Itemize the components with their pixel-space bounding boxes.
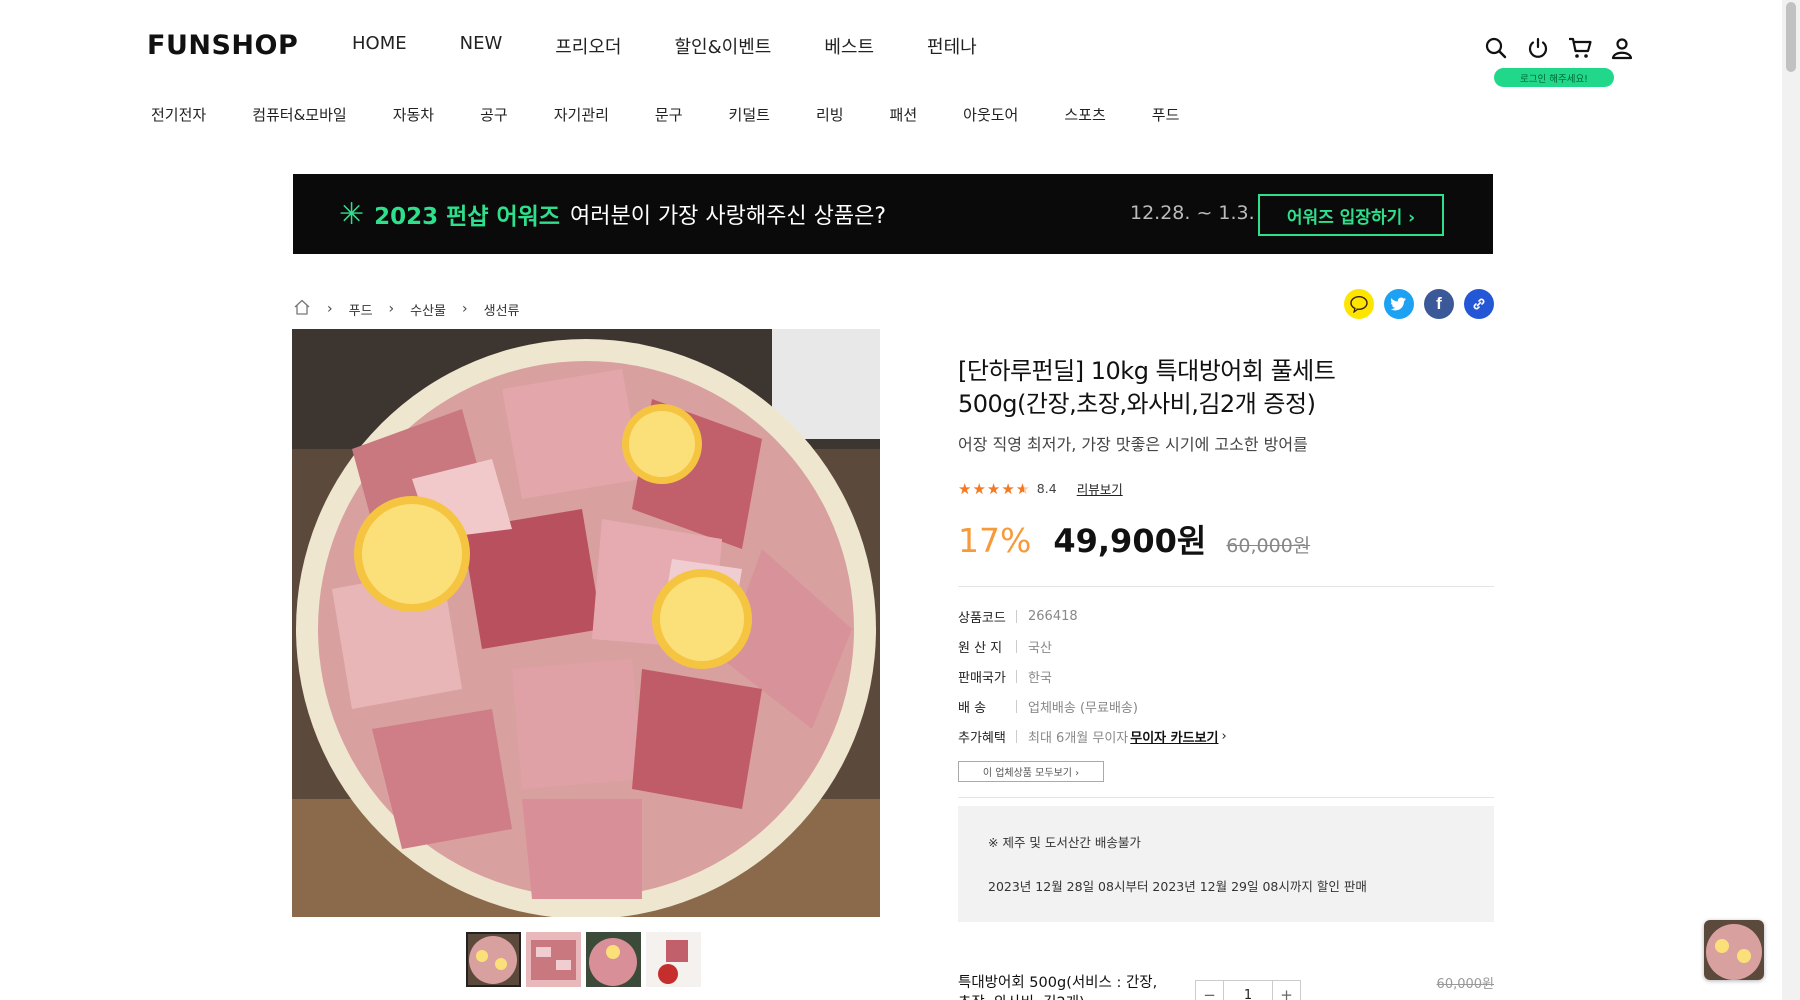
- product-thumbnail[interactable]: [646, 932, 701, 987]
- spec-row: 판매국가 한국: [958, 661, 1494, 691]
- product-subtitle: 어장 직영 최저가, 가장 맛좋은 시기에 고소한 방어를: [958, 435, 1308, 454]
- category-item[interactable]: 자기관리: [554, 104, 609, 125]
- facebook-icon[interactable]: f: [1424, 289, 1454, 319]
- category-item[interactable]: 공구: [480, 104, 508, 125]
- product-title: [단하루펀딜] 10kg 특대방어회 풀세트 500g(간장,초장,와사비,김2…: [958, 355, 1494, 421]
- product-thumbnail[interactable]: [466, 932, 521, 987]
- category-item[interactable]: 리빙: [816, 104, 844, 125]
- increase-button[interactable]: +: [1273, 981, 1300, 1000]
- awards-banner[interactable]: ✳ 2023 펀샵 어워즈 여러분이 가장 사랑해주신 상품은? 12.28. …: [293, 174, 1493, 254]
- notice-sale-period: 2023년 12월 28일 08시부터 2023년 12월 29일 08시까지 …: [988, 879, 1367, 894]
- spec-row: 상품코드 266418: [958, 601, 1494, 631]
- chevron-right-icon: ›: [462, 301, 468, 317]
- category-item[interactable]: 컴퓨터&모바일: [252, 104, 347, 125]
- site-logo[interactable]: FUNSHOP: [147, 30, 298, 61]
- scrollbar-thumb[interactable]: [1786, 2, 1796, 72]
- share-buttons: f: [1344, 289, 1494, 319]
- category-item[interactable]: 스포츠: [1064, 104, 1105, 125]
- cart-icon[interactable]: [1566, 34, 1594, 62]
- thumbnail-list: [466, 932, 701, 987]
- kakaotalk-icon[interactable]: [1344, 289, 1374, 319]
- option-row: 특대방어회 500g(서비스 : 간장, 초장, 와사비, 김2개) − 1 +…: [958, 973, 1494, 1000]
- banner-date: 12.28. ~ 1.3.: [1130, 202, 1255, 224]
- notice-box: ※ 제주 및 도서산간 배송불가 2023년 12월 28일 08시부터 202…: [958, 806, 1494, 922]
- power-icon[interactable]: [1524, 34, 1552, 62]
- nav-item-funtenna[interactable]: 펀테나: [927, 33, 977, 59]
- review-link[interactable]: 리뷰보기: [1077, 479, 1123, 498]
- awards-enter-button[interactable]: 어워즈 입장하기 ›: [1258, 194, 1444, 236]
- original-price: 60,000원: [1226, 535, 1311, 557]
- user-icon[interactable]: [1608, 34, 1636, 62]
- chevron-right-icon: ›: [388, 301, 395, 317]
- spec-value: 업체배송 (무료배송): [1028, 700, 1138, 716]
- product-thumbnail[interactable]: [526, 932, 581, 987]
- spec-value: 266418: [1028, 608, 1078, 624]
- category-item[interactable]: 전기전자: [151, 104, 206, 125]
- spec-row: 배 송 업체배송 (무료배송): [958, 691, 1494, 721]
- spec-row: 원 산 지 국산: [958, 631, 1494, 661]
- banner-title: 2023 펀샵 어워즈: [374, 204, 560, 230]
- product-thumbnail[interactable]: [586, 932, 641, 987]
- spec-label: 배 송: [958, 700, 987, 716]
- divider: [958, 586, 1494, 587]
- sparkle-icon: ✳: [339, 196, 365, 232]
- quantity-stepper: − 1 +: [1195, 980, 1301, 1000]
- nav-item-home[interactable]: HOME: [352, 33, 407, 59]
- option-name: 특대방어회 500g(서비스 : 간장, 초장, 와사비, 김2개): [958, 975, 1158, 1000]
- category-nav: 전기전자 컴퓨터&모바일 자동차 공구 자기관리 문구 키덜트 리빙 패션 아웃…: [151, 104, 1225, 125]
- category-item[interactable]: 문구: [655, 104, 683, 125]
- login-badge[interactable]: 로그인 해주세요!: [1494, 68, 1614, 87]
- category-item[interactable]: 푸드: [1152, 104, 1180, 125]
- spec-list: 상품코드 266418 원 산 지 국산 판매국가 한국 배 송 업체배송 (무…: [958, 601, 1494, 751]
- category-item[interactable]: 패션: [890, 104, 918, 125]
- spec-value: 한국: [1028, 670, 1052, 686]
- nav-item-preorder[interactable]: 프리오더: [555, 33, 621, 59]
- scrollbar[interactable]: [1782, 0, 1800, 1000]
- product-main-image[interactable]: [292, 329, 880, 917]
- interest-free-card-link[interactable]: 무이자 카드보기: [1130, 727, 1218, 746]
- spec-label: 판매국가: [958, 670, 1006, 686]
- rating-stars: ★★★★★★: [958, 479, 1030, 498]
- nav-item-best[interactable]: 베스트: [824, 33, 874, 59]
- breadcrumb-seafood[interactable]: 수산물: [410, 300, 446, 319]
- notice-shipping: ※ 제주 및 도서산간 배송불가: [988, 835, 1141, 850]
- product-title-line1: [단하루펀딜] 10kg 특대방어회 풀세트: [958, 357, 1336, 385]
- product-info: [단하루펀딜] 10kg 특대방어회 풀세트 500g(간장,초장,와사비,김2…: [958, 355, 1494, 922]
- header-icons: [1482, 34, 1636, 62]
- price-row: 17% 49,900원 60,000원: [958, 516, 1494, 562]
- vendor-all-products-button[interactable]: 이 업체상품 모두보기 ›: [958, 761, 1104, 782]
- decrease-button[interactable]: −: [1196, 981, 1223, 1000]
- breadcrumb-food[interactable]: 푸드: [349, 300, 373, 319]
- spec-value: 최대 6개월 무이자: [1028, 730, 1129, 746]
- chevron-right-icon: ›: [327, 301, 333, 317]
- divider: [958, 797, 1494, 798]
- banner-subtitle: 여러분이 가장 사랑해주신 상품은?: [569, 204, 887, 229]
- quantity-input[interactable]: 1: [1223, 981, 1273, 1000]
- rating-score: 8.4: [1036, 481, 1057, 496]
- twitter-icon[interactable]: [1384, 289, 1414, 319]
- breadcrumb: › 푸드 › 수산물 › 생선류: [293, 298, 520, 320]
- spec-label: 상품코드: [958, 610, 1006, 626]
- recent-product-thumbnail[interactable]: [1704, 920, 1764, 980]
- discount-rate: 17%: [958, 521, 1032, 560]
- option-original-price: 60,000원: [1436, 977, 1494, 992]
- search-icon[interactable]: [1482, 34, 1510, 62]
- rating-row: ★★★★★★ 8.4 리뷰보기: [958, 479, 1494, 498]
- breadcrumb-fish[interactable]: 생선류: [484, 300, 520, 319]
- spec-value: 국산: [1028, 640, 1052, 656]
- spec-label: 원 산 지: [958, 640, 1003, 656]
- nav-item-new[interactable]: NEW: [460, 33, 503, 59]
- main-nav: HOME NEW 프리오더 할인&이벤트 베스트 펀테나: [352, 33, 1030, 59]
- home-icon[interactable]: [293, 298, 311, 320]
- spec-row: 추가혜택 최대 6개월 무이자 무이자 카드보기 ›: [958, 721, 1494, 751]
- spec-label: 추가혜택: [958, 730, 1006, 746]
- product-title-line2: 500g(간장,초장,와사비,김2개 증정): [958, 390, 1316, 418]
- link-icon[interactable]: [1464, 289, 1494, 319]
- nav-item-sale-event[interactable]: 할인&이벤트: [675, 33, 772, 59]
- chevron-right-icon: ›: [1221, 728, 1227, 744]
- sale-price: 49,900원: [1053, 522, 1207, 560]
- category-item[interactable]: 키덜트: [729, 104, 770, 125]
- category-item[interactable]: 자동차: [393, 104, 434, 125]
- category-item[interactable]: 아웃도어: [963, 104, 1018, 125]
